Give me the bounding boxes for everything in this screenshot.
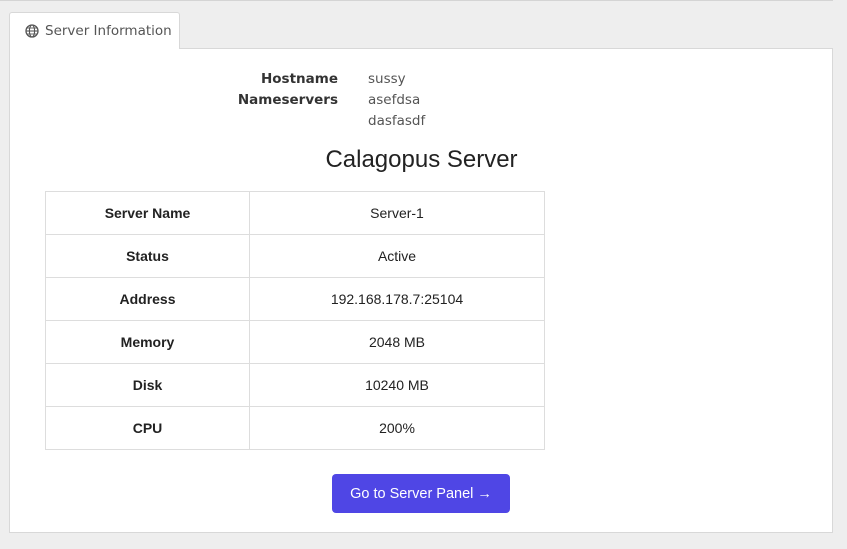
globe-icon xyxy=(25,24,39,38)
hostname-value: sussy xyxy=(368,71,406,87)
tab-server-information[interactable]: Server Information xyxy=(9,12,180,49)
status-value: Active xyxy=(249,234,545,278)
memory-value: 2048 MB xyxy=(249,320,545,364)
hostname-row: Hostname sussy xyxy=(10,71,832,92)
server-name-value: Server-1 xyxy=(249,191,545,235)
nameserver-1: asefdsa xyxy=(368,92,421,108)
disk-value: 10240 MB xyxy=(249,363,545,407)
nameservers-row: Nameservers asefdsa xyxy=(10,92,832,113)
table-row: Status Active xyxy=(45,234,545,278)
disk-label: Disk xyxy=(45,363,250,407)
nameservers-label: Nameservers xyxy=(237,92,338,108)
server-details-table: Server Name Server-1 Status Active Addre… xyxy=(45,191,545,450)
go-to-server-panel-button[interactable]: Go to Server Panel → xyxy=(332,474,510,513)
hostname-label: Hostname xyxy=(260,71,338,87)
cpu-value: 200% xyxy=(249,406,545,450)
table-row: Address 192.168.178.7:25104 xyxy=(45,277,545,321)
server-name-label: Server Name xyxy=(45,191,250,235)
table-row: Server Name Server-1 xyxy=(45,191,545,235)
server-title: Calagopus Server xyxy=(325,146,518,173)
top-divider xyxy=(0,0,833,1)
address-label: Address xyxy=(45,277,250,321)
table-row: Disk 10240 MB xyxy=(45,363,545,407)
status-label: Status xyxy=(45,234,250,278)
memory-label: Memory xyxy=(45,320,250,364)
server-information-panel: Hostname sussy Nameservers asefdsa dasfa… xyxy=(9,48,833,533)
address-value: 192.168.178.7:25104 xyxy=(249,277,545,321)
table-row: Memory 2048 MB xyxy=(45,320,545,364)
table-row: CPU 200% xyxy=(45,406,545,450)
tab-label: Server Information xyxy=(45,23,172,39)
nameserver-2: dasfasdf xyxy=(368,113,426,129)
cpu-label: CPU xyxy=(45,406,250,450)
nameservers-row-2: dasfasdf xyxy=(10,113,832,134)
